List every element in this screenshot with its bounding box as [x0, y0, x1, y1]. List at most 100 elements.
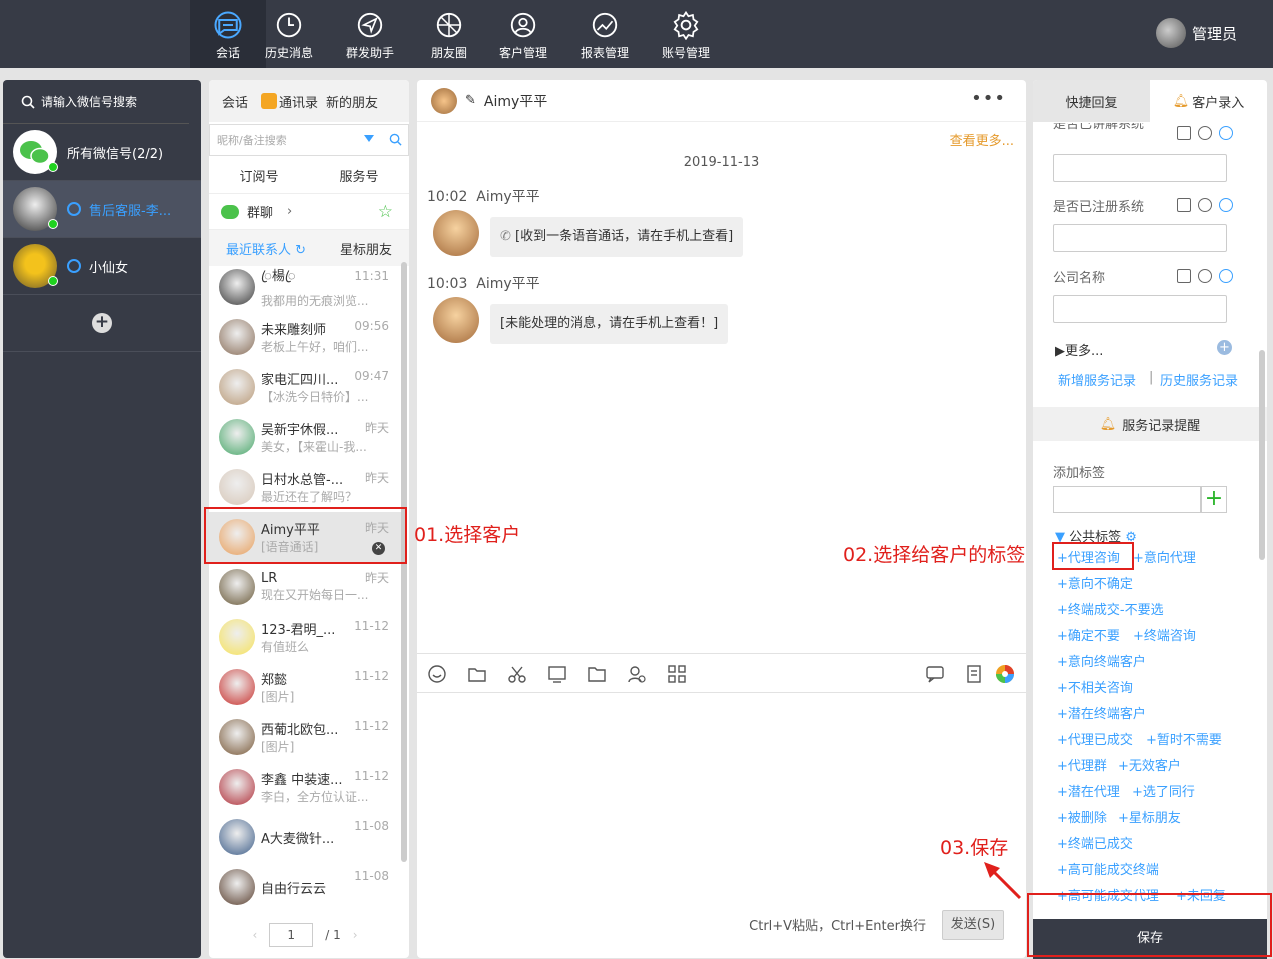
- account-item-1[interactable]: 售后客服-李...: [3, 181, 201, 238]
- more-fields-toggle[interactable]: ▶更多...: [1055, 340, 1103, 359]
- tab-starred-friends[interactable]: 星标朋友: [340, 239, 392, 258]
- public-tag[interactable]: +意向代理: [1133, 547, 1196, 566]
- folder-icon[interactable]: [467, 664, 487, 684]
- next-page-icon[interactable]: ›: [353, 928, 358, 942]
- screen-icon[interactable]: [547, 664, 567, 684]
- tab-customer-entry[interactable]: 🔔︎ 客户录入: [1150, 80, 1267, 122]
- emoji-icon[interactable]: [427, 664, 447, 684]
- gear-icon[interactable]: [1219, 126, 1233, 140]
- nav-clock[interactable]: 历史消息: [251, 0, 327, 68]
- refresh-icon[interactable]: ↻: [295, 243, 306, 258]
- star-icon[interactable]: ☆: [378, 202, 393, 222]
- nav-user[interactable]: 客户管理: [485, 0, 561, 68]
- conversation-item[interactable]: A大麦微针... 11-08: [209, 812, 401, 862]
- message-bubble[interactable]: ✆ [收到一条语音通话，请在手机上查看]: [490, 217, 744, 257]
- more-options-icon[interactable]: •••: [971, 90, 1006, 108]
- tab-sessions[interactable]: 会话: [209, 92, 261, 111]
- conversation-item[interactable]: 123-君明_... 有值班么 11-12: [209, 612, 401, 662]
- public-tag[interactable]: +意向终端客户: [1057, 651, 1146, 670]
- public-tag[interactable]: +星标朋友: [1118, 807, 1181, 826]
- public-tag[interactable]: +选了同行: [1132, 781, 1195, 800]
- edit-icon[interactable]: [1177, 269, 1191, 283]
- edit-icon[interactable]: ✎: [465, 93, 476, 108]
- conversation-item[interactable]: 未来雕刻师 老板上午好，咱们... 09:56: [209, 312, 401, 362]
- public-tag[interactable]: +无效客户: [1118, 755, 1181, 774]
- public-tag[interactable]: +终端成交-不要选: [1057, 599, 1164, 618]
- page-input[interactable]: 1: [269, 923, 314, 947]
- field-input[interactable]: [1053, 154, 1227, 182]
- scrollbar[interactable]: [1259, 350, 1265, 560]
- send-button[interactable]: 发送(S): [942, 910, 1004, 940]
- tab-quick-reply[interactable]: 快捷回复: [1033, 80, 1150, 122]
- admin-profile[interactable]: 管理员: [1155, 18, 1237, 48]
- search-icon[interactable]: [389, 133, 402, 146]
- public-tag[interactable]: +潜在终端客户: [1057, 703, 1146, 722]
- public-tag[interactable]: +高可能成交终端: [1057, 859, 1159, 878]
- tab-address-book[interactable]: 通讯录: [261, 92, 322, 111]
- public-tag[interactable]: +暂时不需要: [1146, 729, 1222, 748]
- message-header: 10:03 Aimy平平: [427, 276, 540, 292]
- public-tag[interactable]: +终端已成交: [1057, 833, 1133, 852]
- account-all[interactable]: 所有微信号(2/2): [3, 124, 201, 181]
- public-tag[interactable]: +代理群: [1057, 755, 1107, 774]
- public-tag[interactable]: +意向不确定: [1057, 573, 1133, 592]
- public-tag[interactable]: +潜在代理: [1057, 781, 1120, 800]
- chat-title: Aimy平平: [483, 93, 548, 110]
- conversation-item[interactable]: ꦿ楊ꦿ 我都用的无痕浏览... 11:31: [209, 262, 401, 312]
- history-service-record-link[interactable]: 历史服务记录: [1160, 370, 1238, 389]
- service-accounts[interactable]: 服务号: [339, 166, 378, 185]
- service-reminder[interactable]: 🔔︎ 服务记录提醒: [1033, 407, 1267, 441]
- close-icon[interactable]: [1198, 198, 1212, 212]
- conversation-item[interactable]: 家电汇四川... 【冰洗今日特价】... 09:47: [209, 362, 401, 412]
- contact-filter-tabs: 最近联系人 ↻ 星标朋友: [209, 230, 409, 266]
- edit-icon[interactable]: [1177, 198, 1191, 212]
- account-search[interactable]: 请输入微信号搜索: [3, 80, 189, 124]
- public-tag[interactable]: +被删除: [1057, 807, 1107, 826]
- contact-search-input[interactable]: 昵称/备注搜索: [209, 124, 409, 156]
- conversation-item[interactable]: 自由行云云 11-08: [209, 862, 401, 912]
- add-tag-button[interactable]: +: [1201, 486, 1227, 513]
- public-tag[interactable]: +确定不要: [1057, 625, 1120, 644]
- nav-aperture[interactable]: 朋友圈: [411, 0, 487, 68]
- qr-code-icon[interactable]: [667, 664, 687, 684]
- edit-icon[interactable]: [1177, 126, 1191, 140]
- message-bubble[interactable]: [未能处理的消息，请在手机上查看！]: [490, 304, 729, 344]
- nav-chart[interactable]: 报表管理: [567, 0, 643, 68]
- nav-gear[interactable]: 账号管理: [648, 0, 724, 68]
- close-icon[interactable]: [1198, 269, 1212, 283]
- add-field-icon[interactable]: +: [1217, 340, 1232, 355]
- close-icon[interactable]: [1198, 126, 1212, 140]
- dropdown-icon[interactable]: [364, 135, 374, 142]
- text-recognize-icon[interactable]: [965, 664, 985, 684]
- public-tag[interactable]: +终端咨询: [1133, 625, 1196, 644]
- conversation-item[interactable]: 李鑫 中装速... 李白，全方位认证... 11-12: [209, 762, 401, 812]
- nav-send[interactable]: 群发助手: [332, 0, 408, 68]
- conversation-item[interactable]: 郑懿 [图片] 11-12: [209, 662, 401, 712]
- group-chats-row[interactable]: 群聊 › ☆: [209, 194, 409, 230]
- add-tag-input[interactable]: [1053, 486, 1201, 513]
- chat-date: 2019-11-13: [683, 155, 760, 170]
- conversation-item[interactable]: 西葡北欧包... [图片] 11-12: [209, 712, 401, 762]
- contact-card-icon[interactable]: [627, 664, 647, 684]
- color-wheel-icon[interactable]: [995, 664, 1015, 684]
- conversation-item[interactable]: LR 现在又开始每日一... 昨天: [209, 562, 401, 612]
- field-input[interactable]: [1053, 295, 1227, 323]
- add-account-button[interactable]: +: [3, 295, 201, 352]
- account-item-2[interactable]: 小仙女: [3, 238, 201, 295]
- new-service-record-link[interactable]: 新增服务记录: [1058, 370, 1136, 389]
- view-more-link[interactable]: 查看更多...: [950, 130, 1014, 149]
- field-input[interactable]: [1053, 224, 1227, 252]
- public-tag[interactable]: +代理已成交: [1057, 729, 1133, 748]
- gear-icon[interactable]: [1219, 269, 1233, 283]
- quick-reply-icon[interactable]: [925, 664, 945, 684]
- scissors-icon[interactable]: [507, 664, 527, 684]
- tab-new-friends[interactable]: 新的朋友: [322, 92, 391, 111]
- tab-recent-contacts[interactable]: 最近联系人 ↻: [226, 239, 306, 258]
- prev-page-icon[interactable]: ‹: [252, 928, 257, 942]
- conversation-item[interactable]: 日村水总管-... 最近还在了解吗？ 昨天: [209, 462, 401, 512]
- file-icon[interactable]: [587, 664, 607, 684]
- conversation-item[interactable]: 吴新宇休假... 美女，【来霍山-我... 昨天: [209, 412, 401, 462]
- public-tag[interactable]: +不相关咨询: [1057, 677, 1133, 696]
- subscription-accounts[interactable]: 订阅号: [239, 166, 278, 185]
- gear-icon[interactable]: [1219, 198, 1233, 212]
